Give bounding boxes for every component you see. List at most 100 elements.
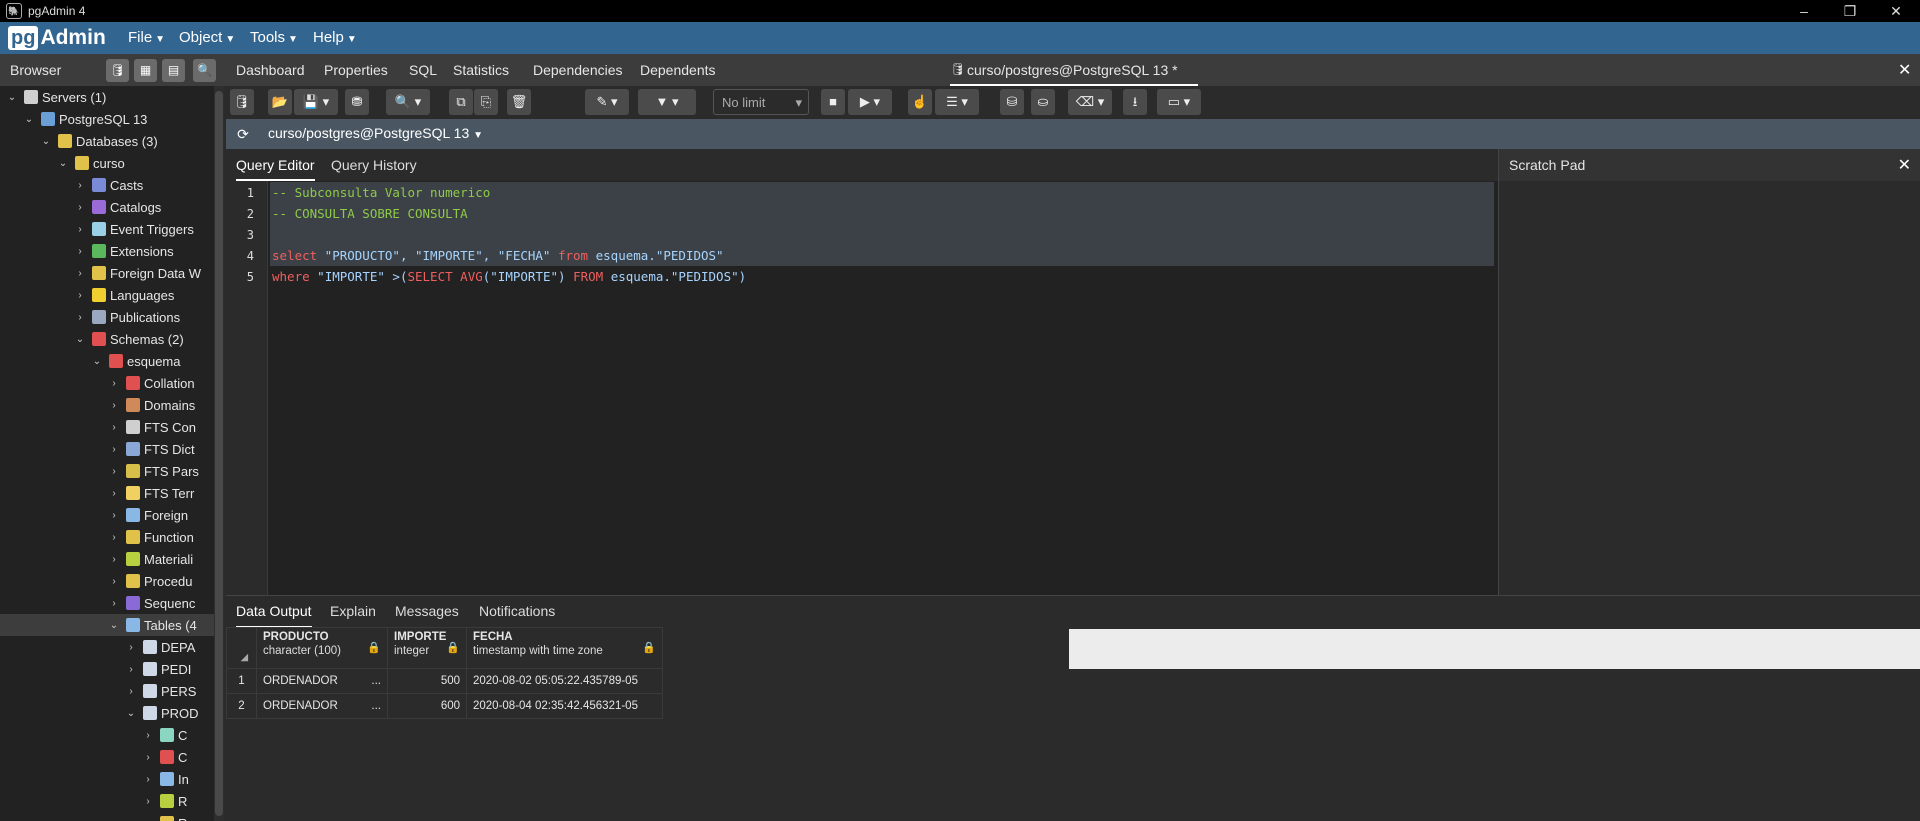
macros-icon[interactable]: ▭ ▾ bbox=[1157, 89, 1201, 115]
menu-tools[interactable]: Tools ▼ bbox=[250, 29, 298, 46]
menu-help[interactable]: Help ▼ bbox=[313, 29, 357, 46]
chevron-right-icon[interactable]: › bbox=[108, 598, 120, 609]
close-window-button[interactable]: ✕ bbox=[1876, 1, 1916, 21]
chevron-down-icon[interactable]: ⌄ bbox=[6, 92, 18, 103]
chevron-right-icon[interactable]: › bbox=[74, 246, 86, 257]
tab-query-tool[interactable]: 🛢 curso/postgres@PostgreSQL 13 * bbox=[950, 54, 1198, 86]
cell-fecha[interactable]: 2020-08-04 02:35:42.456321-05 bbox=[466, 693, 663, 719]
database-icon[interactable]: 🛢 bbox=[230, 89, 254, 115]
tree-node[interactable]: › FTS Terr bbox=[108, 482, 214, 504]
chevron-right-icon[interactable]: › bbox=[74, 290, 86, 301]
tree-node[interactable]: ⌄ esquema bbox=[91, 350, 214, 372]
tree-scrollbar[interactable] bbox=[214, 86, 224, 821]
commit-icon[interactable]: ⛁ bbox=[1000, 89, 1024, 115]
cell-fecha[interactable]: 2020-08-02 05:05:22.435789-05 bbox=[466, 668, 663, 694]
save-data-icon[interactable]: ⛃ bbox=[345, 89, 369, 115]
tree-node[interactable]: › Event Triggers bbox=[74, 218, 214, 240]
tree-node[interactable]: › Function bbox=[108, 526, 214, 548]
chevron-down-icon[interactable]: ⌄ bbox=[108, 620, 120, 631]
tree-node[interactable]: › Materiali bbox=[108, 548, 214, 570]
chevron-down-icon[interactable]: ⌄ bbox=[91, 356, 103, 367]
chevron-right-icon[interactable]: › bbox=[125, 642, 137, 653]
connection-label[interactable]: curso/postgres@PostgreSQL 13 ▼ bbox=[268, 125, 483, 141]
tree-node[interactable]: › In bbox=[142, 768, 214, 790]
tree-node[interactable]: ⌄ curso bbox=[57, 152, 214, 174]
cell-producto[interactable]: ORDENADOR... bbox=[256, 693, 388, 719]
column-header-producto[interactable]: PRODUCTO character (100) 🔒 bbox=[256, 627, 388, 669]
view-data-icon[interactable]: ▦ bbox=[134, 59, 157, 82]
row-limit-select[interactable]: No limit ▾ bbox=[713, 89, 809, 115]
tab-data-output[interactable]: Data Output bbox=[236, 596, 312, 628]
paste-icon[interactable]: ⎘ bbox=[474, 89, 498, 115]
tab-query-editor[interactable]: Query Editor bbox=[236, 149, 315, 181]
tree-node[interactable]: ⌄ Tables (4 bbox=[0, 614, 214, 636]
tab-properties[interactable]: Properties bbox=[324, 62, 388, 78]
chevron-right-icon[interactable]: › bbox=[142, 730, 154, 741]
tree-node[interactable]: › Collation bbox=[108, 372, 214, 394]
filter-icon[interactable]: ▼ ▾ bbox=[638, 89, 696, 115]
chevron-right-icon[interactable]: › bbox=[108, 576, 120, 587]
tree-node[interactable]: › FTS Dict bbox=[108, 438, 214, 460]
chevron-right-icon[interactable]: › bbox=[74, 312, 86, 323]
connection-bar[interactable]: ⟳ curso/postgres@PostgreSQL 13 ▼ bbox=[226, 119, 1920, 149]
tree-node[interactable]: ›R bbox=[142, 812, 214, 821]
chevron-right-icon[interactable]: › bbox=[142, 796, 154, 807]
search-objects-icon[interactable]: 🔍 bbox=[193, 59, 216, 82]
tree-node[interactable]: › Domains bbox=[108, 394, 214, 416]
close-panel-icon[interactable]: ✕ bbox=[1898, 60, 1911, 80]
row-number[interactable]: 1 bbox=[226, 668, 257, 694]
chevron-right-icon[interactable]: › bbox=[108, 466, 120, 477]
execute-icon[interactable]: ▶ ▾ bbox=[848, 89, 892, 115]
tree-node[interactable]: › FTS Pars bbox=[108, 460, 214, 482]
delete-icon[interactable]: 🗑 bbox=[507, 89, 531, 115]
chevron-right-icon[interactable]: › bbox=[108, 510, 120, 521]
tree-node[interactable]: › Languages bbox=[74, 284, 214, 306]
tree-node[interactable]: › Foreign bbox=[108, 504, 214, 526]
chevron-right-icon[interactable]: › bbox=[142, 752, 154, 763]
explain-analyze-icon[interactable]: ☰ ▾ bbox=[935, 89, 979, 115]
menu-file[interactable]: File ▼ bbox=[128, 29, 165, 46]
close-scratch-icon[interactable]: ✕ bbox=[1898, 155, 1911, 175]
tree-node[interactable]: ⌄ Servers (1) bbox=[6, 86, 214, 108]
chevron-down-icon[interactable]: ⌄ bbox=[57, 158, 69, 169]
save-file-icon[interactable]: 💾 ▾ bbox=[294, 89, 338, 115]
tree-node[interactable]: ›R bbox=[142, 790, 214, 812]
tab-sql[interactable]: SQL bbox=[409, 62, 437, 78]
chevron-right-icon[interactable]: › bbox=[108, 378, 120, 389]
chevron-right-icon[interactable]: › bbox=[142, 818, 154, 821]
chevron-right-icon[interactable]: › bbox=[74, 224, 86, 235]
tree-node[interactable]: › DEPA bbox=[125, 636, 214, 658]
tree-node[interactable]: › FTS Con bbox=[108, 416, 214, 438]
tree-node[interactable]: › Procedu bbox=[108, 570, 214, 592]
chevron-down-icon[interactable]: ⌄ bbox=[40, 136, 52, 147]
tree-node[interactable]: › PEDI bbox=[125, 658, 214, 680]
chevron-right-icon[interactable]: › bbox=[74, 268, 86, 279]
table-row[interactable]: 1 ORDENADOR... 500 2020-08-02 05:05:22.4… bbox=[226, 668, 663, 694]
tree-node[interactable]: ⌄ PROD bbox=[125, 702, 214, 724]
connection-status-icon[interactable]: ⟳ bbox=[232, 123, 254, 145]
scratch-pad-panel[interactable]: Scratch Pad ✕ bbox=[1498, 149, 1920, 595]
chevron-down-icon[interactable]: ⌄ bbox=[125, 708, 137, 719]
restore-button[interactable]: ❐ bbox=[1830, 1, 1870, 21]
tab-explain[interactable]: Explain bbox=[330, 596, 376, 628]
tab-messages[interactable]: Messages bbox=[395, 596, 459, 628]
chevron-right-icon[interactable]: › bbox=[108, 422, 120, 433]
tree-node[interactable]: ⌄ Databases (3) bbox=[40, 130, 214, 152]
tree-node[interactable]: › C bbox=[142, 724, 214, 746]
chevron-right-icon[interactable]: › bbox=[74, 202, 86, 213]
tab-dependencies[interactable]: Dependencies bbox=[533, 62, 623, 78]
tree-node[interactable]: › C bbox=[142, 746, 214, 768]
column-header-importe[interactable]: IMPORTE integer 🔒 bbox=[387, 627, 467, 669]
table-row[interactable]: 2 ORDENADOR... 600 2020-08-04 02:35:42.4… bbox=[226, 693, 663, 719]
copy-icon[interactable]: ⧉ bbox=[449, 89, 473, 115]
tab-dashboard[interactable]: Dashboard bbox=[236, 62, 305, 78]
chevron-right-icon[interactable]: › bbox=[108, 532, 120, 543]
chevron-right-icon[interactable]: › bbox=[108, 400, 120, 411]
cell-importe[interactable]: 500 bbox=[387, 668, 467, 694]
chevron-right-icon[interactable]: › bbox=[142, 774, 154, 785]
tree-node[interactable]: › Extensions bbox=[74, 240, 214, 262]
stop-icon[interactable]: ■ bbox=[821, 89, 845, 115]
explain-icon[interactable]: ☝ bbox=[908, 89, 932, 115]
tab-dependents[interactable]: Dependents bbox=[640, 62, 716, 78]
download-icon[interactable]: ⭳ bbox=[1123, 89, 1147, 115]
